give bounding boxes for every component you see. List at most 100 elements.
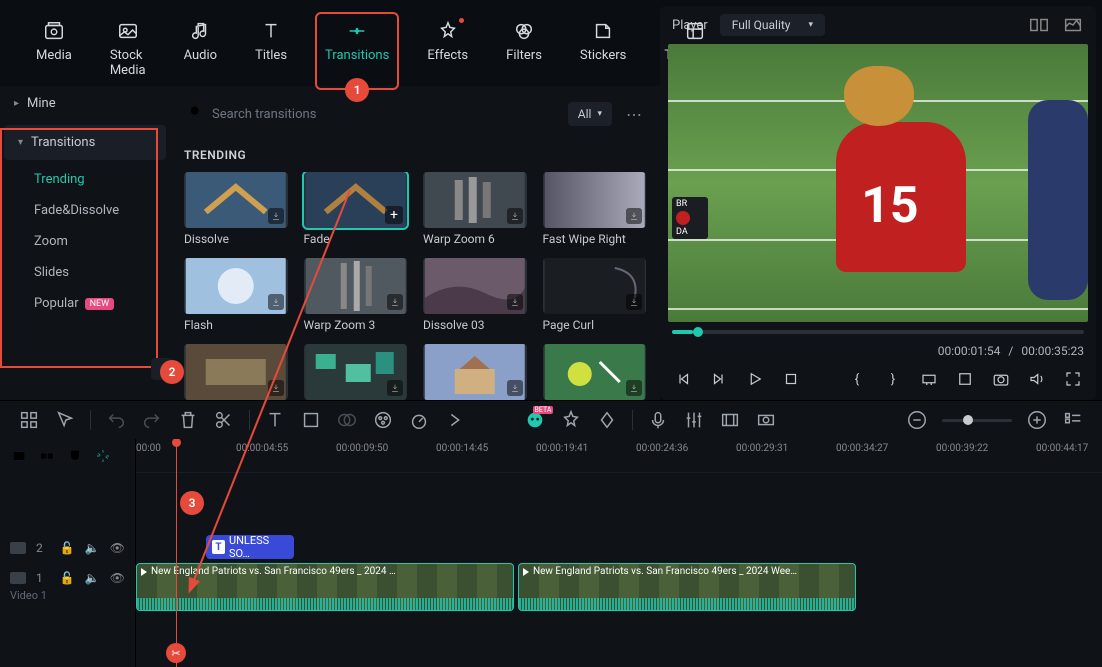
transition-card[interactable]: + Fade (304, 172, 408, 246)
undo-button[interactable] (105, 409, 127, 431)
sidebar-item-popular[interactable]: PopularNEW (0, 288, 170, 319)
add-icon[interactable]: + (385, 206, 403, 224)
record-button[interactable] (755, 409, 777, 431)
tab-effects[interactable]: Effects (421, 16, 474, 86)
mark-out-button[interactable]: } (882, 368, 904, 390)
redo-button[interactable] (141, 409, 163, 431)
tab-stickers[interactable]: Stickers (574, 16, 632, 86)
tab-filters[interactable]: Filters (500, 16, 548, 86)
transition-card[interactable]: Fast Wipe Right (543, 172, 647, 246)
download-icon[interactable] (268, 294, 284, 310)
more-button[interactable]: ⋯ (622, 105, 646, 124)
transition-card[interactable]: Warp Zoom 6 (423, 172, 527, 246)
layout-tool[interactable] (18, 409, 40, 431)
track-1-lane[interactable]: New England Patriots vs. San Francisco 4… (136, 563, 1102, 617)
select-tool[interactable] (54, 409, 76, 431)
download-icon[interactable] (507, 294, 523, 310)
stop-button[interactable] (780, 368, 802, 390)
mute-icon[interactable]: 🔈 (85, 571, 100, 585)
download-icon[interactable] (626, 208, 642, 224)
tab-transitions[interactable]: Transitions 1 (319, 16, 395, 86)
sidebar-item-slides[interactable]: Slides (0, 257, 170, 288)
track-2-lane[interactable]: T UNLESS SO… (136, 533, 1102, 563)
transition-card[interactable]: Page Curl (543, 258, 647, 332)
transition-card[interactable]: Dissolve (184, 172, 288, 246)
split-button[interactable] (213, 409, 235, 431)
zoom-out-button[interactable] (906, 409, 928, 431)
transition-card[interactable]: Warp Zoom 3 (304, 258, 408, 332)
transition-card[interactable]: Glitch Blocks (304, 344, 408, 400)
link-tracks-button[interactable] (38, 447, 56, 465)
download-icon[interactable] (268, 380, 284, 396)
crop-tool[interactable] (300, 409, 322, 431)
sidebar-item-trending[interactable]: Trending (0, 164, 170, 195)
download-icon[interactable] (387, 294, 403, 310)
lock-icon[interactable]: 🔓 (60, 571, 75, 585)
color-tool[interactable] (372, 409, 394, 431)
text-clip[interactable]: T UNLESS SO… (206, 535, 294, 559)
mask-tool[interactable] (336, 409, 358, 431)
ai-tool[interactable]: BETA (524, 409, 546, 431)
prev-frame-button[interactable] (672, 368, 694, 390)
playhead[interactable]: ✂ (176, 439, 177, 667)
visibility-icon[interactable]: 👁 (110, 571, 125, 585)
compare-view-button[interactable] (1028, 14, 1050, 36)
crop-button[interactable] (954, 368, 976, 390)
enhance-tool[interactable] (560, 409, 582, 431)
sidebar-mine[interactable]: Mine (0, 86, 170, 121)
scissors-icon[interactable]: ✂ (166, 643, 186, 663)
speed-tool[interactable] (408, 409, 430, 431)
tab-media[interactable]: Media (30, 16, 78, 86)
mute-icon[interactable]: 🔈 (85, 541, 100, 555)
view-mode-button[interactable] (1062, 409, 1084, 431)
timeline-ruler[interactable]: 00:00 00:00:04:55 00:00:09:50 00:00:14:4… (136, 439, 1102, 473)
transition-card[interactable]: Push Right (423, 344, 527, 400)
search-input[interactable]: Search transitions (184, 98, 558, 130)
tab-titles[interactable]: Titles (249, 16, 293, 86)
auto-ripple-button[interactable] (94, 447, 112, 465)
add-track-button[interactable] (10, 447, 28, 465)
tab-audio[interactable]: Audio (178, 16, 223, 86)
download-icon[interactable] (626, 294, 642, 310)
magnet-button[interactable] (66, 447, 84, 465)
text-tool[interactable] (264, 409, 286, 431)
transition-card[interactable]: Flash (184, 258, 288, 332)
video-clip-1[interactable]: New England Patriots vs. San Francisco 4… (136, 563, 514, 611)
next-frame-button[interactable] (708, 368, 730, 390)
preview-viewport[interactable]: 15 BR DA (668, 44, 1088, 322)
tab-stock-media[interactable]: Stock Media (104, 16, 152, 86)
sidebar-item-zoom[interactable]: Zoom (0, 226, 170, 257)
sidebar-transitions[interactable]: Transitions (4, 125, 166, 160)
download-icon[interactable] (387, 380, 403, 396)
keyframe-tool[interactable] (596, 409, 618, 431)
download-icon[interactable] (268, 208, 284, 224)
more-tools[interactable] (444, 409, 466, 431)
lock-icon[interactable]: 🔓 (60, 541, 75, 555)
track-header-1[interactable]: 1 🔓 🔈 👁 Video 1 (0, 563, 135, 623)
video-clip-2[interactable]: New England Patriots vs. San Francisco 4… (518, 563, 856, 611)
sidebar-item-fade-dissolve[interactable]: Fade&Dissolve (0, 195, 170, 226)
playback-progress[interactable] (672, 330, 1084, 334)
mark-in-button[interactable]: { (846, 368, 868, 390)
download-icon[interactable] (626, 380, 642, 396)
scope-button[interactable] (1062, 14, 1084, 36)
zoom-slider[interactable] (942, 419, 1012, 422)
visibility-icon[interactable]: 👁 (110, 541, 125, 555)
fullscreen-button[interactable] (1062, 368, 1084, 390)
zoom-in-button[interactable] (1026, 409, 1048, 431)
filter-dropdown[interactable]: All ▾ (568, 102, 612, 126)
mixer-button[interactable] (683, 409, 705, 431)
transition-card[interactable]: Cinematic Digit… (184, 344, 288, 400)
play-button[interactable] (744, 368, 766, 390)
quality-dropdown[interactable]: Full Quality ▾ (720, 14, 825, 36)
download-icon[interactable] (507, 380, 523, 396)
download-icon[interactable] (507, 208, 523, 224)
voiceover-button[interactable] (647, 409, 669, 431)
delete-button[interactable] (177, 409, 199, 431)
transition-card[interactable]: Dissolve 03 (423, 258, 527, 332)
track-header-2[interactable]: 2 🔓 🔈 👁 (0, 533, 135, 563)
volume-button[interactable] (1026, 368, 1048, 390)
marker-button[interactable] (719, 409, 741, 431)
transition-card[interactable]: Photo Freeze (543, 344, 647, 400)
snapshot-button[interactable] (990, 368, 1012, 390)
